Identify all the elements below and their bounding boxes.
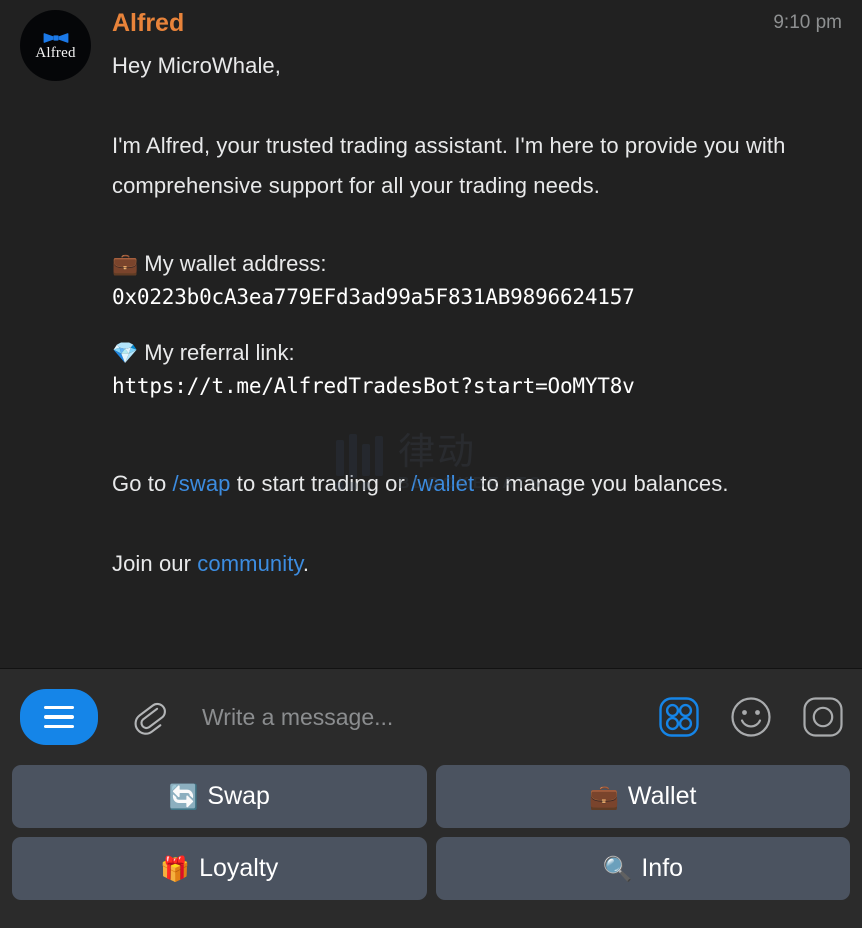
avatar-label: Alfred xyxy=(35,44,76,61)
info-button-label: Info xyxy=(641,854,684,882)
wallet-address-label-line: 💼 My wallet address: xyxy=(112,246,852,282)
wallet-address-value[interactable]: 0x0223b0cA3ea779EFd3ad99a5F831AB98966241… xyxy=(112,282,852,313)
referral-link-value[interactable]: https://t.me/AlfredTradesBot?start=OoMYT… xyxy=(112,371,852,402)
community-suffix: . xyxy=(302,551,310,576)
keyboard-row: 🔄 Swap 💼 Wallet xyxy=(12,765,850,828)
emoji-button[interactable] xyxy=(728,694,774,740)
gem-emoji: 💎 xyxy=(112,341,139,365)
paperclip-icon xyxy=(134,702,166,735)
composer-right-icons xyxy=(656,694,846,740)
swap-command-link[interactable]: /swap xyxy=(173,471,231,496)
swap-button-label: Swap xyxy=(207,782,270,810)
record-camera-icon xyxy=(803,697,843,737)
message-greeting: Hey MicroWhale, xyxy=(112,53,281,78)
wallet-address-label: My wallet address: xyxy=(144,251,327,276)
apps-button[interactable] xyxy=(656,694,702,740)
community-link[interactable]: community xyxy=(197,551,303,576)
wallet-button-label: Wallet xyxy=(627,782,697,810)
loyalty-button-label: Loyalty xyxy=(199,854,279,882)
sender-row: Alfred xyxy=(112,0,852,46)
record-button[interactable] xyxy=(800,694,846,740)
swap-arrows-emoji: 🔄 xyxy=(168,782,199,811)
composer-input-row xyxy=(0,669,862,765)
cta-line: Go to /swap to start trading or /wallet … xyxy=(112,464,852,504)
keyboard-row: 🎁 Loyalty 🔍 Info xyxy=(12,837,850,900)
smiley-face-icon xyxy=(731,697,771,737)
message-bubble: Alfred Hey MicroWhale, I'm Alfred, your … xyxy=(112,0,852,584)
cta-suffix: to manage you balances. xyxy=(474,471,729,496)
bowtie-icon xyxy=(43,32,68,43)
cta-prefix: Go to xyxy=(112,471,173,496)
telegram-chat-screen: Alfred 9:10 pm Alfred Hey MicroWhale, I'… xyxy=(0,0,862,928)
message-input[interactable] xyxy=(202,703,646,731)
bot-keyboard: 🔄 Swap 💼 Wallet 🎁 Loyalty 🔍 Info xyxy=(0,765,862,912)
apps-grid-icon xyxy=(659,697,699,737)
chat-message-area: Alfred 9:10 pm Alfred Hey MicroWhale, I'… xyxy=(0,0,862,668)
referral-link-label-line: 💎 My referral link: xyxy=(112,335,852,371)
gift-emoji: 🎁 xyxy=(160,854,191,883)
magnifier-emoji: 🔍 xyxy=(602,854,633,883)
message-intro: I'm Alfred, your trusted trading assista… xyxy=(112,133,786,198)
hamburger-menu-icon xyxy=(44,705,74,729)
community-prefix: Join our xyxy=(112,551,198,576)
cta-middle: to start trading or xyxy=(230,471,412,496)
swap-button[interactable]: 🔄 Swap xyxy=(12,765,427,828)
sender-name[interactable]: Alfred xyxy=(112,0,184,46)
wallet-button[interactable]: 💼 Wallet xyxy=(435,765,850,828)
message-composer: 🔄 Swap 💼 Wallet 🎁 Loyalty 🔍 Info xyxy=(0,668,862,928)
bot-menu-button[interactable] xyxy=(20,689,98,745)
attach-button[interactable] xyxy=(118,689,180,745)
avatar[interactable]: Alfred xyxy=(20,10,91,81)
info-button[interactable]: 🔍 Info xyxy=(435,837,850,900)
wallet-command-link[interactable]: /wallet xyxy=(411,471,474,496)
community-line: Join our community. xyxy=(112,544,852,584)
referral-link-label: My referral link: xyxy=(144,340,295,365)
briefcase-emoji: 💼 xyxy=(589,782,619,811)
loyalty-button[interactable]: 🎁 Loyalty xyxy=(12,837,427,900)
briefcase-emoji: 💼 xyxy=(112,252,139,276)
